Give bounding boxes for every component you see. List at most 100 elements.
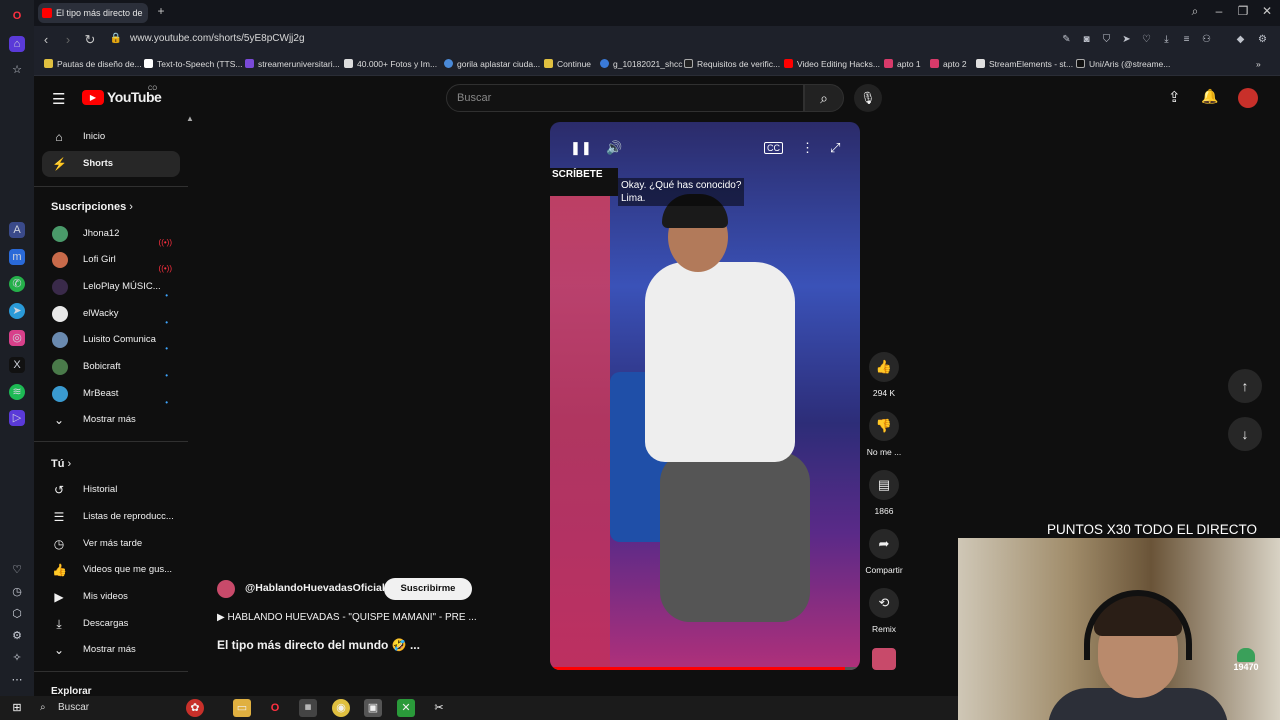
- app-taskbar-icon[interactable]: ▦: [299, 699, 317, 717]
- remix-icon[interactable]: ⟲: [869, 588, 899, 618]
- sidebar-subscription-mrbeast[interactable]: MrBeast •: [42, 381, 180, 407]
- share-action[interactable]: ➦ Compartir: [862, 529, 906, 575]
- x-icon[interactable]: X: [9, 357, 25, 373]
- fullscreen-icon[interactable]: ⤢: [830, 140, 840, 156]
- reload-icon[interactable]: ↻: [82, 32, 98, 48]
- thumbs-up-icon[interactable]: 👍: [869, 352, 899, 382]
- opera-logo-icon[interactable]: O: [9, 8, 25, 24]
- sidebar-subscription-bobicraft[interactable]: Bobicraft •: [42, 354, 180, 380]
- sidebar-item-playlists[interactable]: ☰ Listas de reproducc...: [42, 504, 180, 530]
- messenger-icon[interactable]: m: [9, 249, 25, 265]
- sidebar-show-more-you[interactable]: ⌄ Mostrar más: [42, 637, 180, 663]
- bookmark-item[interactable]: Requisitos de verific...: [684, 59, 780, 69]
- microphone-icon[interactable]: 🎙: [854, 84, 882, 112]
- music-row[interactable]: ▶ HABLANDO HUEVADAS - "QUISPE MAMANI" - …: [217, 612, 477, 623]
- youtube-logo-icon[interactable]: ▶: [82, 90, 104, 105]
- telegram-icon[interactable]: ➤: [9, 303, 25, 319]
- menu-icon[interactable]: ≡: [1180, 33, 1193, 46]
- subscribe-button[interactable]: Suscribirme: [384, 578, 472, 600]
- comments-action[interactable]: ▤ 1866: [862, 470, 906, 516]
- more-options-icon[interactable]: ⋮: [801, 140, 814, 156]
- sidebar-subscription-elwacky[interactable]: elWacky •: [42, 301, 180, 327]
- flower-widget-icon[interactable]: ✿: [186, 699, 204, 717]
- heart-icon[interactable]: ♡: [9, 562, 25, 578]
- new-tab-icon[interactable]: +: [152, 4, 170, 18]
- more-dots-icon[interactable]: ⋯: [9, 672, 25, 688]
- history-clock-icon[interactable]: ◷: [9, 584, 25, 600]
- sidebar-item-watch-later[interactable]: ◷ Ver más tarde: [42, 531, 180, 557]
- extension-icon[interactable]: ◆: [1234, 33, 1247, 46]
- progress-bar[interactable]: [550, 667, 860, 670]
- sidebar-show-more-subscriptions[interactable]: ⌄ Mostrar más: [42, 407, 180, 433]
- comment-icon[interactable]: ▤: [869, 470, 899, 500]
- sidebar-subscription-jhona12[interactable]: Jhona12 ((•)): [42, 221, 180, 247]
- sidebar-item-liked-videos[interactable]: 👍 Videos que me gus...: [42, 557, 180, 583]
- audio-thumbnail[interactable]: [872, 648, 896, 670]
- back-icon[interactable]: ‹: [38, 32, 54, 47]
- search-icon[interactable]: ⌕: [804, 84, 844, 112]
- aria-icon[interactable]: A: [9, 222, 25, 238]
- restore-icon[interactable]: ❐: [1234, 4, 1252, 18]
- minimize-icon[interactable]: –: [1210, 4, 1228, 18]
- hamburger-menu-icon[interactable]: ☰: [52, 90, 65, 108]
- bookmark-item[interactable]: 40.000+ Fotos y Im...: [344, 59, 437, 69]
- profile-icon[interactable]: ⚇: [1200, 33, 1213, 46]
- chrome-icon[interactable]: ◉: [332, 699, 350, 717]
- sidebar-item-shorts[interactable]: ⚡ Shorts: [42, 151, 180, 177]
- camera-icon[interactable]: ◙: [1080, 33, 1093, 46]
- xbox-icon[interactable]: ✕: [397, 699, 415, 717]
- cube-icon[interactable]: ⬡: [9, 606, 25, 622]
- bookmark-item[interactable]: Text-to-Speech (TTS...: [144, 59, 243, 69]
- spotify-icon[interactable]: ≋: [9, 384, 25, 400]
- bookmark-item[interactable]: Pautas de diseño de...: [44, 59, 142, 69]
- instagram-icon[interactable]: ◎: [9, 330, 25, 346]
- bookmark-item[interactable]: Uni/Aris (@streame...: [1076, 59, 1170, 69]
- previous-short-button[interactable]: ↑: [1228, 369, 1262, 403]
- bookmark-item[interactable]: streameruniversitari...: [245, 59, 340, 69]
- account-avatar[interactable]: [1238, 88, 1258, 108]
- easy-setup-icon[interactable]: ⚙: [1256, 33, 1269, 46]
- captions-icon[interactable]: CC: [764, 142, 783, 154]
- share-icon[interactable]: ➦: [869, 529, 899, 559]
- upload-icon[interactable]: ⇪: [1168, 88, 1181, 106]
- volume-icon[interactable]: 🔊: [606, 140, 622, 156]
- sidebar-subscription-lofi-girl[interactable]: Lofi Girl ((•)): [42, 247, 180, 273]
- home-icon[interactable]: ⌂: [9, 36, 25, 52]
- capcut-icon[interactable]: ✂: [430, 699, 448, 717]
- notifications-bell-icon[interactable]: 🔔: [1201, 88, 1218, 105]
- thumbs-down-icon[interactable]: 👎: [869, 411, 899, 441]
- sidebar-item-inicio[interactable]: ⌂ Inicio: [42, 124, 180, 150]
- player-icon[interactable]: ▷: [9, 410, 25, 426]
- sidebar-subscription-luisito[interactable]: Luisito Comunica •: [42, 327, 180, 353]
- file-explorer-icon[interactable]: ▭: [233, 699, 251, 717]
- bookmark-item[interactable]: StreamElements - st...: [976, 59, 1073, 69]
- opera-taskbar-icon[interactable]: O: [266, 699, 284, 717]
- window-app-icon[interactable]: ▣: [364, 699, 382, 717]
- lightbulb-icon[interactable]: ✧: [9, 650, 25, 666]
- channel-avatar[interactable]: [217, 580, 235, 598]
- star-icon[interactable]: ☆: [9, 62, 25, 78]
- bookmarks-overflow-icon[interactable]: »: [1256, 59, 1261, 69]
- bookmark-heart-icon[interactable]: ♡: [1140, 33, 1153, 46]
- forward-icon[interactable]: ›: [60, 32, 76, 47]
- bookmark-item[interactable]: Video Editing Hacks...: [784, 59, 880, 69]
- windows-start-icon[interactable]: ⊞: [8, 699, 26, 717]
- sidebar-subscription-leloplay[interactable]: LeloPlay MÚSIC... •: [42, 274, 180, 300]
- bookmark-item[interactable]: Continue: [544, 59, 591, 69]
- close-icon[interactable]: ✕: [1258, 4, 1276, 18]
- like-action[interactable]: 👍 294 K: [862, 352, 906, 398]
- bookmark-item[interactable]: gorila aplastar ciuda...: [444, 59, 540, 69]
- sidebar-item-historial[interactable]: ↺ Historial: [42, 477, 180, 503]
- video-title[interactable]: El tipo más directo del mundo 🤣 ...: [217, 638, 420, 652]
- edit-icon[interactable]: ✎: [1060, 33, 1073, 46]
- search-tabs-icon[interactable]: ⌕: [1186, 4, 1204, 19]
- remix-action[interactable]: ⟲ Remix: [862, 588, 906, 634]
- pause-icon[interactable]: ❚❚: [570, 140, 592, 156]
- settings-gear-icon[interactable]: ⚙: [9, 628, 25, 644]
- taskbar-search[interactable]: ⌕ Buscar: [34, 699, 174, 717]
- shorts-video-player[interactable]: SCRÍBETE Okay. ¿Qué has conocido? Lima. …: [550, 122, 860, 670]
- next-short-button[interactable]: ↓: [1228, 417, 1262, 451]
- shield-icon[interactable]: ⛉: [1100, 33, 1113, 46]
- bookmark-item[interactable]: apto 1: [884, 59, 921, 69]
- bookmark-item[interactable]: g_10182021_shcc: [600, 59, 682, 69]
